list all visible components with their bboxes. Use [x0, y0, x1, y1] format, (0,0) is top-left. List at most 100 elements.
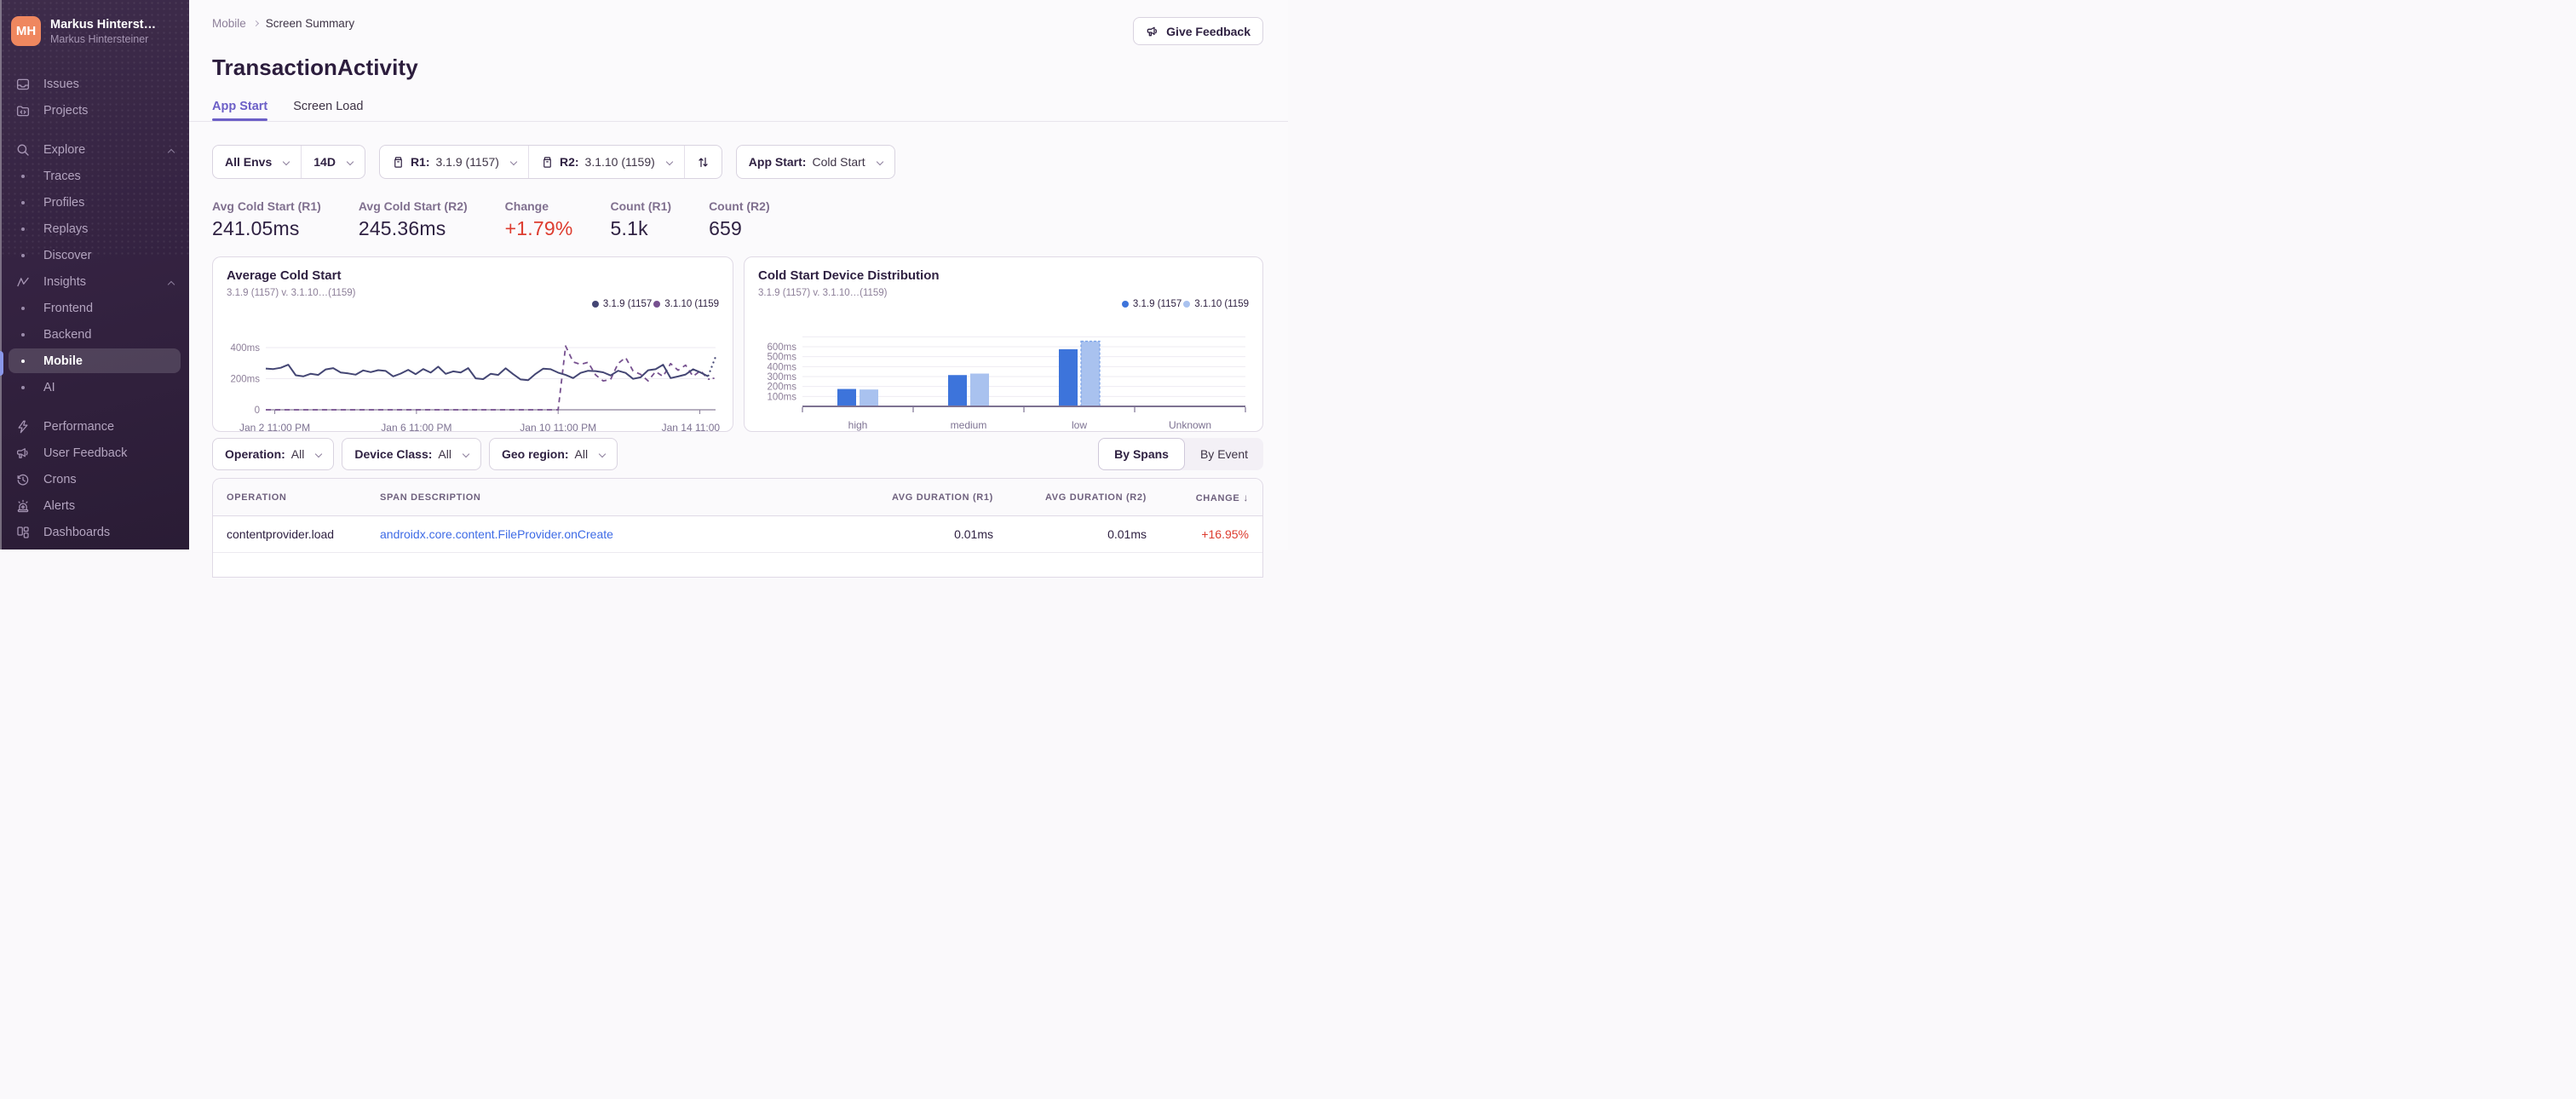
operation-filter[interactable]: Operation: All: [212, 438, 335, 470]
chevron-up-icon[interactable]: [163, 143, 175, 157]
device-class-filter[interactable]: Device Class: All: [342, 438, 481, 470]
swap-releases-button[interactable]: [683, 146, 722, 178]
sidebar-item-dashboards[interactable]: Dashboards: [9, 520, 181, 544]
sidebar-item-alerts[interactable]: Alerts: [9, 493, 181, 518]
chevron-down-icon: [346, 158, 354, 166]
legend-item-r1[interactable]: 3.1.9 (1157: [1121, 299, 1182, 309]
sidebar-item-backend[interactable]: Backend: [9, 322, 181, 347]
sidebar-item-replays[interactable]: Replays: [9, 216, 181, 241]
sidebar-item-projects[interactable]: Projects: [9, 98, 181, 123]
sidebar-item-label: Backend: [43, 327, 92, 342]
svg-text:Jan 6 11:00 PM: Jan 6 11:00 PM: [381, 422, 451, 432]
chart-title: Cold Start Device Distribution: [758, 268, 940, 283]
give-feedback-button[interactable]: Give Feedback: [1133, 17, 1263, 45]
sidebar-item-label: Issues: [43, 77, 79, 91]
sidebar-item-label: Performance: [43, 419, 115, 434]
column-change[interactable]: CHANGE ↓: [1160, 479, 1262, 516]
date-range-label: 14D: [313, 155, 336, 169]
tab-app-start[interactable]: App Start: [212, 100, 268, 121]
charts-row: Average Cold Start 3.1.9 (1157) v. 3.1.1…: [212, 256, 1263, 432]
sidebar-item-label: Mobile: [43, 354, 83, 368]
sidebar-item-label: Crons: [43, 472, 77, 486]
span-description-link[interactable]: androidx.core.content.FileProvider.onCre…: [380, 527, 613, 541]
sidebar-item-label: Alerts: [43, 498, 76, 513]
chevron-down-icon: [283, 158, 290, 166]
release-compare-group: R1: 3.1.9 (1157) R2: 3.1.10 (1159): [378, 145, 722, 179]
app-window: MH Markus Hinterst… Markus Hintersteiner…: [0, 0, 1288, 578]
sidebar-item-frontend[interactable]: Frontend: [9, 296, 181, 320]
legend-label: 3.1.9 (1157: [1132, 299, 1182, 309]
legend-label: 3.1.9 (1157: [602, 299, 653, 309]
sidebar-item-insights[interactable]: Insights: [9, 269, 181, 294]
sidebar-item-discover[interactable]: Discover: [9, 243, 181, 268]
org-user-menu[interactable]: MH Markus Hinterst… Markus Hintersteiner: [0, 0, 189, 58]
sidebar-item-label: AI: [43, 380, 55, 394]
chevron-up-icon[interactable]: [163, 275, 175, 289]
cell-span-description: androidx.core.content.FileProvider.onCre…: [366, 515, 862, 553]
topbar: Mobile Screen Summary Give Feedback: [212, 0, 1263, 45]
sidebar-item-mobile[interactable]: Mobile: [9, 348, 181, 373]
toggle-by-event[interactable]: By Event: [1185, 438, 1263, 470]
sidebar-item-label: Insights: [43, 274, 86, 289]
clock-icon: [14, 472, 32, 487]
breadcrumb-mobile[interactable]: Mobile: [212, 17, 246, 30]
metric-label: Avg Cold Start (R1): [212, 199, 321, 213]
column-operation[interactable]: OPERATION: [213, 479, 366, 516]
device-class-filter-label: Device Class:: [354, 447, 433, 461]
geo-region-filter[interactable]: Geo region: All: [488, 438, 618, 470]
legend-dot-icon: [591, 301, 599, 308]
cell-change: +16.95%: [1160, 515, 1262, 553]
app-start-value: Cold Start: [812, 155, 865, 169]
siren-icon: [14, 498, 32, 514]
column-span-description[interactable]: SPAN DESCRIPTION: [366, 479, 862, 516]
environment-filter[interactable]: All Envs: [213, 146, 301, 178]
legend-item-r2[interactable]: 3.1.10 (1159: [653, 299, 719, 309]
legend-item-r2[interactable]: 3.1.10 (1159: [1183, 299, 1249, 309]
geo-region-filter-value: All: [574, 447, 589, 461]
sidebar-item-label: Profiles: [43, 195, 85, 210]
bullet-icon: [14, 227, 32, 231]
lightning-icon: [14, 419, 32, 434]
sidebar-item-profiles[interactable]: Profiles: [9, 190, 181, 215]
sidebar-item-user-feedback[interactable]: User Feedback: [9, 440, 181, 465]
table-row[interactable]: [213, 553, 1262, 578]
chevron-down-icon: [509, 158, 518, 166]
column-avg-duration-r2[interactable]: AVG DURATION (R2): [1007, 479, 1160, 516]
table-header: OPERATION SPAN DESCRIPTION AVG DURATION …: [213, 479, 1262, 516]
metric-count-r2: Count (R2) 659: [709, 199, 770, 240]
avg-cold-start-chart[interactable]: 400ms 200ms 0 Jan 2 11:00 PM Jan 6 11:00 PM J…: [227, 309, 721, 432]
spans-table: OPERATION SPAN DESCRIPTION AVG DURATION …: [212, 478, 1263, 578]
cell-avg-duration-r2: 0.01ms: [1007, 515, 1160, 553]
toggle-by-spans[interactable]: By Spans: [1098, 438, 1185, 470]
date-range-filter[interactable]: 14D: [301, 146, 365, 178]
legend-item-r1[interactable]: 3.1.9 (1157: [591, 299, 653, 309]
release-r2-selector[interactable]: R2: 3.1.10 (1159): [527, 146, 684, 178]
sidebar-item-traces[interactable]: Traces: [9, 164, 181, 188]
sidebar-item-crons[interactable]: Crons: [9, 467, 181, 492]
sort-desc-icon: ↓: [1243, 492, 1249, 503]
tab-divider: [189, 121, 1288, 122]
svg-text:100ms: 100ms: [767, 392, 796, 402]
sidebar-item-performance[interactable]: Performance: [9, 414, 181, 439]
sidebar-item-label: Projects: [43, 103, 89, 118]
app-start-type-selector[interactable]: App Start: Cold Start: [737, 146, 894, 178]
sidebar-item-ai[interactable]: AI: [9, 375, 181, 400]
metric-avg-cold-start-r1: Avg Cold Start (R1) 241.05ms: [212, 199, 321, 240]
device-distribution-chart[interactable]: 100ms200ms300ms400ms500ms600ms high medium…: [758, 309, 1251, 432]
table-row[interactable]: contentprovider.load androidx.core.conte…: [213, 515, 1262, 553]
environment-filter-label: All Envs: [225, 155, 273, 169]
device-distribution-card: Cold Start Device Distribution 3.1.9 (11…: [744, 256, 1263, 432]
release-r1-selector[interactable]: R1: 3.1.9 (1157): [380, 146, 528, 178]
geo-region-filter-label: Geo region:: [501, 447, 569, 461]
device-class-filter-value: All: [438, 447, 451, 461]
sidebar-item-issues[interactable]: Issues: [9, 72, 181, 96]
column-avg-duration-r1[interactable]: AVG DURATION (R1): [862, 479, 1007, 516]
svg-text:Jan 14 11:00 PM: Jan 14 11:00 PM: [662, 422, 721, 432]
sidebar-item-label: User Feedback: [43, 446, 128, 460]
sidebar-item-releases[interactable]: Releases: [9, 546, 181, 550]
user-name: Markus Hinterst…: [50, 17, 157, 32]
sidebar-item-explore[interactable]: Explore: [9, 137, 181, 162]
metric-value: 241.05ms: [212, 217, 300, 239]
svg-text:0: 0: [255, 406, 260, 416]
tab-screen-load[interactable]: Screen Load: [293, 100, 363, 121]
